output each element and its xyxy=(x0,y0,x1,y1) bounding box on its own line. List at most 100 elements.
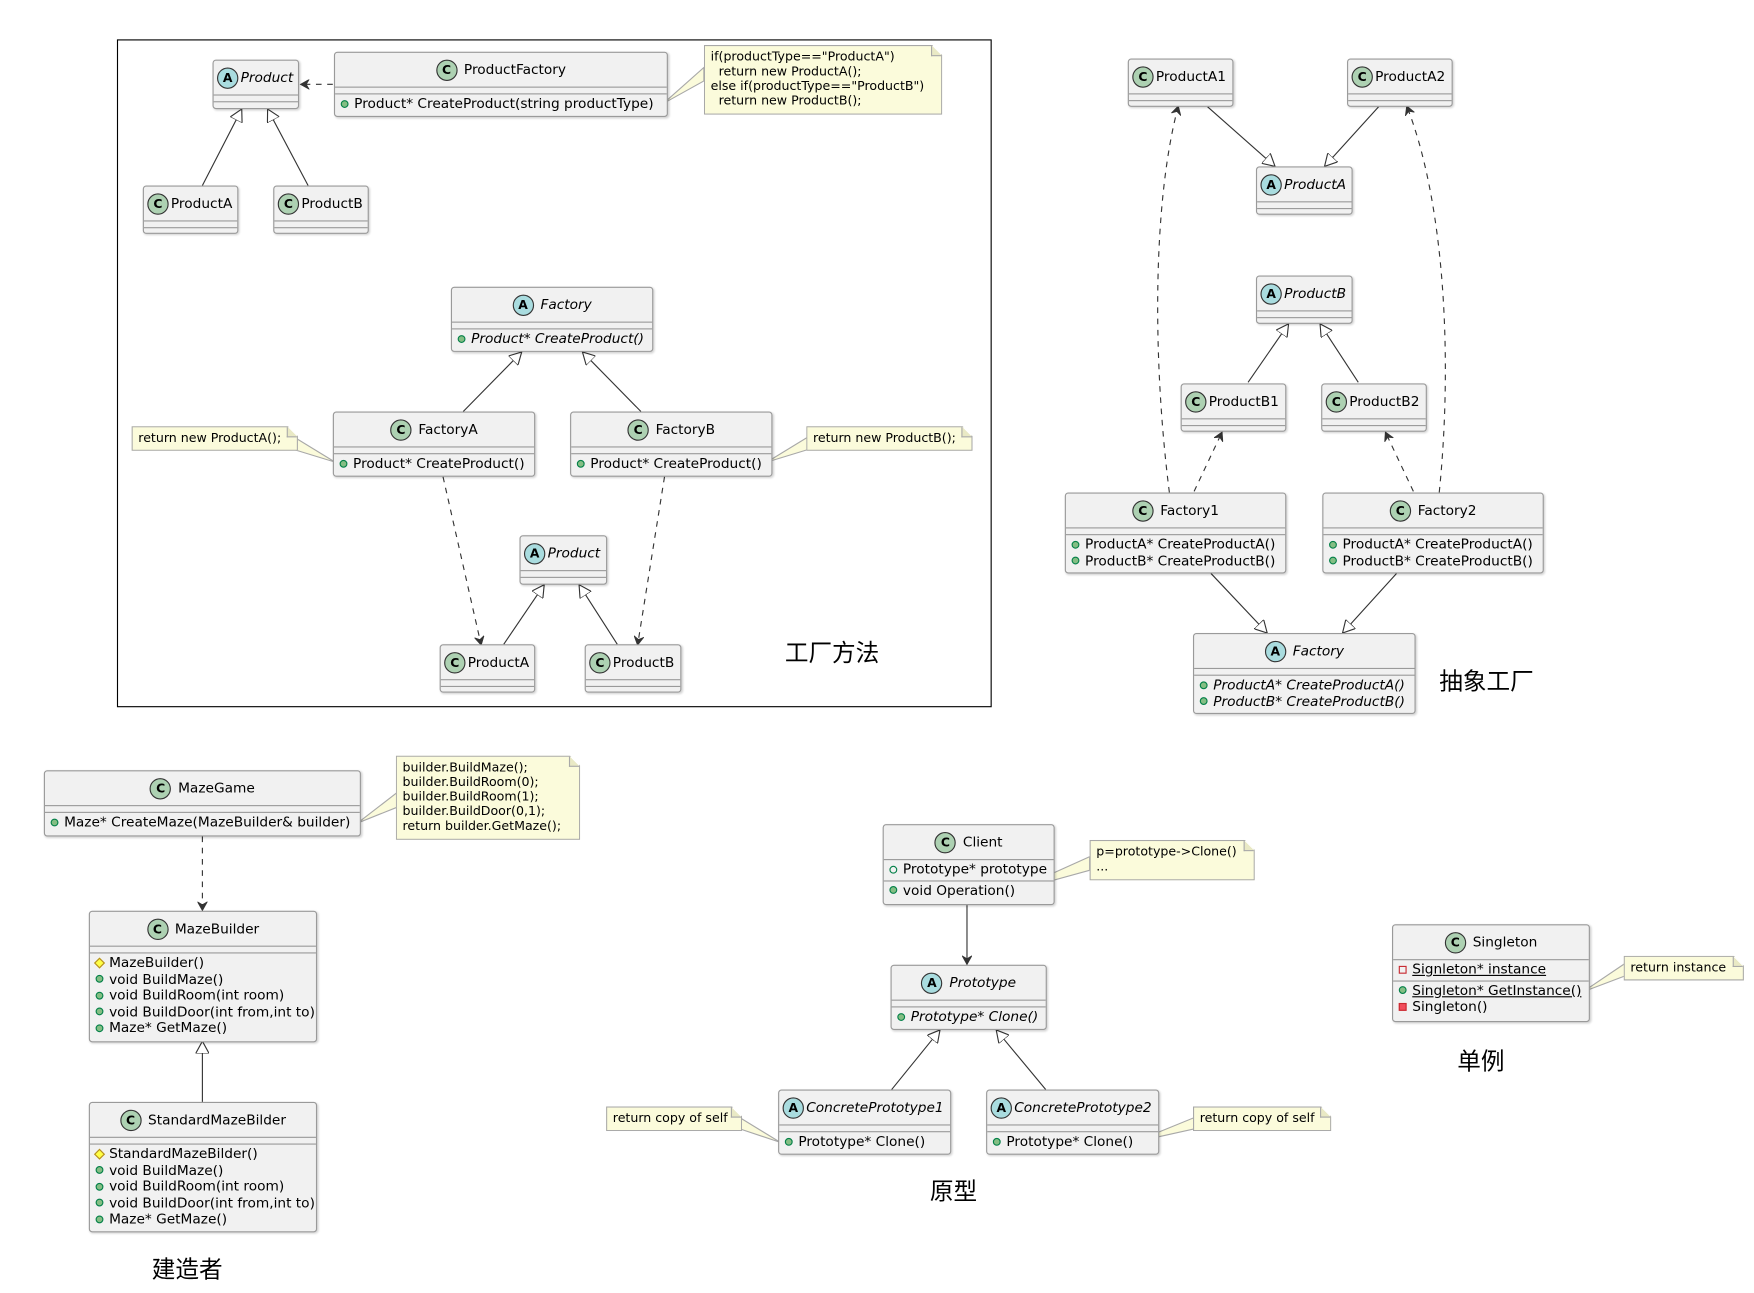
abstract-icon: A xyxy=(217,66,239,89)
class-prototype-abstract[interactable]: A Prototype Prototype* Clone() xyxy=(890,964,1047,1030)
class-concreteprototype1[interactable]: A ConcretePrototype1 Prototype* Clone() xyxy=(778,1089,952,1155)
class-standardmazebilder[interactable]: C StandardMazeBilder StandardMazeBilder()… xyxy=(88,1101,318,1233)
field: Prototype* prototype xyxy=(889,861,1048,877)
method: Singleton* GetInstance() xyxy=(1398,982,1583,998)
class-name: ProductA xyxy=(1284,176,1347,193)
class-concreteprototype2[interactable]: A ConcretePrototype2 Prototype* Clone() xyxy=(986,1089,1160,1155)
class-producta[interactable]: C ProductA xyxy=(142,185,239,234)
methods-section: StandardMazeBilder() void BuildMaze() vo… xyxy=(89,1143,316,1230)
method: void BuildMaze() xyxy=(95,971,311,987)
public-method-icon xyxy=(95,1007,104,1016)
class-icon: C xyxy=(146,918,169,940)
class-productb-2[interactable]: C ProductB xyxy=(584,644,682,693)
method: ProductB* CreateProductB() xyxy=(1071,553,1280,569)
methods-section xyxy=(520,576,607,584)
fields-section xyxy=(1348,93,1452,100)
dependency-factory1-producta1 xyxy=(1157,106,1179,493)
class-producta2[interactable]: C ProductA2 xyxy=(1347,58,1453,107)
class-name: ProductB xyxy=(1284,285,1347,302)
fields-section xyxy=(1257,310,1352,317)
class-productb1[interactable]: C ProductB1 xyxy=(1180,383,1287,432)
class-icon: C xyxy=(119,1109,142,1131)
class-icon: C xyxy=(444,651,466,673)
class-factory2[interactable]: C Factory2 ProductA* CreateProductA() Pro… xyxy=(1322,492,1544,574)
note-factorya: return new ProductA(); xyxy=(132,426,298,451)
note-client: p=prototype->Clone() ... xyxy=(1090,840,1255,880)
method: Product* CreateProduct() xyxy=(576,455,766,471)
class-factory1[interactable]: C Factory1 ProductA* CreateProductA() Pro… xyxy=(1064,492,1287,574)
fields-section xyxy=(571,446,772,453)
dependency-factory2-producta2 xyxy=(1407,106,1446,493)
note-connector-concrete1 xyxy=(739,1116,781,1143)
methods-section: Product* CreateProduct() xyxy=(452,328,653,349)
class-producta1[interactable]: C ProductA1 xyxy=(1127,58,1234,107)
method: void BuildDoor(int from,int to) xyxy=(95,1195,315,1211)
class-product-abstract-2[interactable]: A Product xyxy=(519,535,608,585)
class-client[interactable]: C Client Prototype* prototype void Operat… xyxy=(882,824,1055,906)
method: ProductB* CreateProductB() xyxy=(1199,693,1409,709)
note-mazegame: builder.BuildMaze(); builder.BuildRoom(0… xyxy=(396,756,580,840)
abstract-icon: A xyxy=(1260,173,1282,196)
class-mazebuilder[interactable]: C MazeBuilder MazeBuilder() void BuildMaz… xyxy=(88,910,318,1043)
fields-section xyxy=(1128,93,1233,100)
fields-section xyxy=(89,945,316,953)
public-method-icon xyxy=(1199,681,1208,689)
methods-section: Prototype* Clone() xyxy=(891,1006,1046,1027)
factory-method-frame xyxy=(116,39,992,708)
class-icon: C xyxy=(277,192,300,215)
methods-section: Maze* CreateMaze(MazeBuilder& builder) xyxy=(44,811,360,833)
class-productb2[interactable]: C ProductB2 xyxy=(1321,383,1427,432)
public-method-icon xyxy=(95,1166,104,1175)
methods-section: Prototype* Clone() xyxy=(779,1131,951,1152)
fields-section xyxy=(335,86,667,94)
class-icon: C xyxy=(1185,390,1207,413)
methods-section: Product* CreateProduct() xyxy=(571,453,772,474)
method: ProductA* CreateProductA() xyxy=(1329,536,1537,552)
class-name: ConcretePrototype2 xyxy=(1014,1099,1152,1116)
method: void BuildRoom(int room) xyxy=(95,1178,311,1194)
class-name: Product xyxy=(547,545,601,562)
class-factory-abstract-af[interactable]: A Factory ProductA* CreateProductA() Prod… xyxy=(1192,633,1416,714)
class-factorya[interactable]: C FactoryA Product* CreateProduct() xyxy=(332,411,536,477)
methods-section xyxy=(1128,100,1233,107)
class-factoryb[interactable]: C FactoryB Product* CreateProduct() xyxy=(570,411,773,477)
method: Prototype* Clone() xyxy=(784,1133,945,1149)
class-productb[interactable]: C ProductB xyxy=(273,185,369,234)
methods-section: Product* CreateProduct(string productTyp… xyxy=(335,93,667,114)
public-method-icon xyxy=(95,1198,104,1207)
public-method-icon xyxy=(1071,556,1080,565)
methods-section: Product* CreateProduct() xyxy=(333,453,535,474)
fields-section xyxy=(440,679,535,686)
class-productfactory[interactable]: C ProductFactory Product* CreateProduct(s… xyxy=(333,51,668,117)
class-product-abstract[interactable]: A Product xyxy=(212,59,300,110)
class-producta-abstract[interactable]: A ProductA xyxy=(1255,166,1353,215)
public-method-icon xyxy=(457,334,466,343)
caption-prototype: 原型 xyxy=(929,1178,978,1206)
class-producta-2[interactable]: C ProductA xyxy=(439,644,536,693)
class-name: Singleton xyxy=(1472,934,1538,951)
class-name: FactoryA xyxy=(418,421,478,438)
class-mazegame[interactable]: C MazeGame Maze* CreateMaze(MazeBuilder& … xyxy=(43,770,361,837)
class-name: Factory xyxy=(1292,643,1345,659)
method: Product* CreateProduct(string productTyp… xyxy=(340,96,661,112)
class-productb-abstract[interactable]: A ProductB xyxy=(1255,275,1353,324)
method: Prototype* Clone() xyxy=(992,1133,1153,1149)
method: Prototype* Clone() xyxy=(897,1009,1040,1025)
class-name: FactoryB xyxy=(655,421,716,438)
fields-section xyxy=(779,1124,951,1131)
fields-section xyxy=(1323,527,1543,534)
class-name: Factory1 xyxy=(1160,502,1220,519)
private-field-icon xyxy=(1398,965,1407,974)
class-name: ProductA2 xyxy=(1375,68,1446,85)
public-field-icon xyxy=(889,865,898,874)
methods-section xyxy=(440,685,535,693)
methods-section xyxy=(1181,425,1286,432)
dependency-factory1-productb1 xyxy=(1193,432,1222,492)
class-singleton[interactable]: C Singleton Signleton* instance Singleton… xyxy=(1392,924,1590,1023)
class-factory-abstract[interactable]: A Factory Product* CreateProduct() xyxy=(450,286,654,352)
class-icon: C xyxy=(589,651,611,673)
fields-section: Signleton* instance xyxy=(1393,959,1589,980)
method: void Operation() xyxy=(889,882,1048,898)
class-name: ConcretePrototype1 xyxy=(806,1099,944,1116)
methods-section xyxy=(585,685,681,693)
